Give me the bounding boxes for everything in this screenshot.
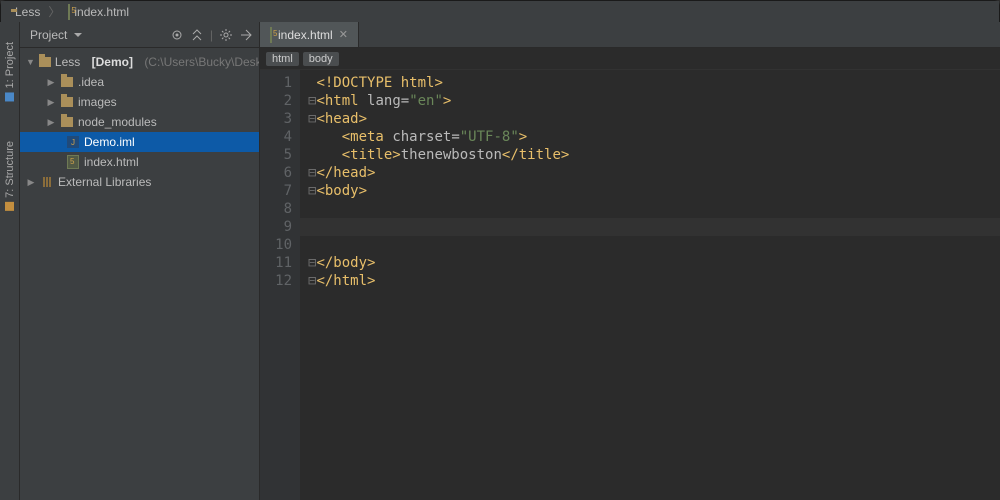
close-icon[interactable]: ✕ <box>339 28 348 41</box>
line-number: 12 <box>260 272 292 290</box>
project-tool-button[interactable]: 1: Project <box>4 42 16 101</box>
tree-item-label: External Libraries <box>58 175 151 189</box>
tree-item-idea[interactable]: ▶ .idea <box>20 72 259 92</box>
collapse-all-icon[interactable] <box>190 28 204 42</box>
code-line[interactable]: ⊟</html> <box>308 272 1000 290</box>
code-line[interactable]: ⊟<body> <box>308 182 1000 200</box>
hide-icon[interactable] <box>239 28 253 42</box>
html-file-icon <box>68 5 70 19</box>
expand-arrow-icon[interactable]: ▶ <box>46 97 56 108</box>
line-number: 10 <box>260 236 292 254</box>
project-folder-icon <box>39 56 51 68</box>
code-line[interactable]: ⊟</head> <box>308 164 1000 182</box>
tree-root-label: Less <box>55 55 80 69</box>
folder-icon <box>60 96 74 108</box>
line-number: 1 <box>260 74 292 92</box>
expand-arrow-icon[interactable]: ▶ <box>26 177 36 188</box>
breadcrumb-project-label: Less <box>15 5 40 19</box>
line-number: 8 <box>260 200 292 218</box>
line-number: 5 <box>260 146 292 164</box>
iml-file-icon: J <box>66 136 80 148</box>
code-editor[interactable]: 123456789101112 <!DOCTYPE html>⊟<html la… <box>260 70 1000 500</box>
line-number: 11 <box>260 254 292 272</box>
project-tree[interactable]: ▼ Less [Demo] (C:\Users\Bucky\Desktop\Le… <box>20 48 259 196</box>
tree-item-label: node_modules <box>78 115 157 129</box>
locate-icon[interactable] <box>170 28 184 42</box>
line-number: 3 <box>260 110 292 128</box>
tree-item-index-html[interactable]: index.html <box>20 152 259 172</box>
caret-line-highlight <box>300 218 1000 236</box>
code-line[interactable]: ⊟<head> <box>308 110 1000 128</box>
expand-arrow-icon[interactable]: ▶ <box>46 117 56 128</box>
code-line[interactable]: ⊟</body> <box>308 254 1000 272</box>
html-breadcrumbs: html body <box>260 48 1000 70</box>
tree-item-demo-iml[interactable]: J Demo.iml <box>20 132 259 152</box>
line-number-gutter: 123456789101112 <box>260 70 300 500</box>
html-file-icon <box>66 156 80 168</box>
project-tool-icon <box>5 92 14 101</box>
tab-label: index.html <box>278 28 333 42</box>
folder-icon <box>60 76 74 88</box>
navigation-breadcrumb: Less 〉 index.html <box>1 1 999 23</box>
expand-arrow-icon[interactable]: ▶ <box>46 77 56 88</box>
code-line[interactable]: <!DOCTYPE html> <box>308 74 1000 92</box>
line-number: 4 <box>260 128 292 146</box>
libraries-icon <box>40 176 54 188</box>
code-lines[interactable]: <!DOCTYPE html>⊟<html lang="en">⊟<head> … <box>300 70 1000 500</box>
expand-arrow-icon[interactable]: ▼ <box>26 57 35 67</box>
project-panel-title: Project <box>30 28 67 42</box>
chevron-down-icon[interactable] <box>71 28 85 42</box>
project-panel: Project | <box>20 22 260 500</box>
editor-tabs: index.html ✕ <box>260 22 1000 48</box>
gear-icon[interactable] <box>219 28 233 42</box>
project-panel-header: Project | <box>20 22 259 48</box>
tree-item-node-modules[interactable]: ▶ node_modules <box>20 112 259 132</box>
code-line[interactable]: <meta charset="UTF-8"> <box>308 128 1000 146</box>
code-line[interactable] <box>308 236 1000 254</box>
tree-root[interactable]: ▼ Less [Demo] (C:\Users\Bucky\Desktop\Le… <box>20 52 259 72</box>
tab-index-html[interactable]: index.html ✕ <box>260 22 359 47</box>
tree-item-label: index.html <box>84 155 139 169</box>
line-number: 9 <box>260 218 292 236</box>
line-number: 7 <box>260 182 292 200</box>
line-number: 6 <box>260 164 292 182</box>
tool-window-stripe: 1: Project 7: Structure <box>0 22 20 500</box>
tree-item-label: .idea <box>78 75 104 89</box>
code-line[interactable] <box>308 200 1000 218</box>
editor-area: index.html ✕ html body 123456789101112 <… <box>260 22 1000 500</box>
code-line[interactable]: <title>thenewboston</title> <box>308 146 1000 164</box>
breadcrumb-separator: 〉 <box>46 3 62 20</box>
structure-tool-icon <box>5 202 14 211</box>
crumb-html[interactable]: html <box>266 52 299 66</box>
tree-root-path: (C:\Users\Bucky\Desktop\Less) <box>144 55 259 69</box>
breadcrumb-file-label: index.html <box>74 5 129 19</box>
tree-root-badge: [Demo] <box>92 55 133 69</box>
folder-icon <box>60 116 74 128</box>
breadcrumb-project[interactable]: Less <box>5 5 46 19</box>
breadcrumb-file[interactable]: index.html <box>62 5 135 19</box>
html-file-icon <box>270 28 272 42</box>
crumb-body[interactable]: body <box>303 52 339 66</box>
line-number: 2 <box>260 92 292 110</box>
structure-tool-button[interactable]: 7: Structure <box>4 141 16 211</box>
tree-item-images[interactable]: ▶ images <box>20 92 259 112</box>
code-line[interactable]: ⊟<html lang="en"> <box>308 92 1000 110</box>
tree-external-libraries[interactable]: ▶ External Libraries <box>20 172 259 192</box>
tree-item-label: Demo.iml <box>84 135 135 149</box>
tree-item-label: images <box>78 95 117 109</box>
